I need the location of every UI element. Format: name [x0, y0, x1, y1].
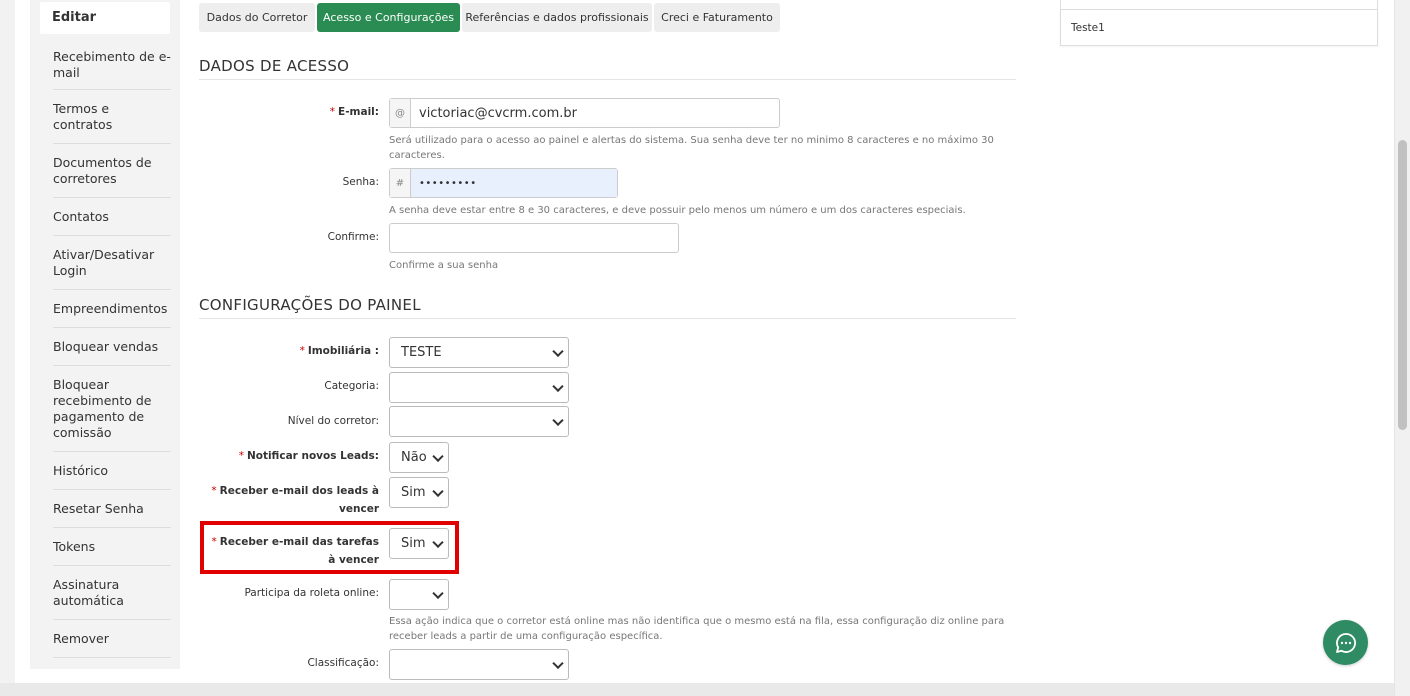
sidebar-item-resetar-senha[interactable]: Resetar Senha — [53, 490, 171, 528]
notificar-leads-select[interactable]: Não — [389, 442, 449, 473]
chat-button[interactable] — [1323, 620, 1368, 665]
sidebar-item-historico[interactable]: Histórico — [53, 452, 171, 490]
chevron-down-icon — [432, 587, 444, 599]
sidebar-item-empreendimentos[interactable]: Empreendimentos — [53, 290, 171, 328]
tab-referencias-dados-profissionais[interactable]: Referências e dados profissionais — [462, 3, 652, 32]
tab-dados-corretor[interactable]: Dados do Corretor — [199, 3, 315, 32]
chevron-down-icon — [432, 485, 444, 497]
password-value: ••••••••• — [411, 169, 617, 197]
right-panel: Teste1 — [1060, 0, 1378, 46]
roleta-online-label: Participa da roleta online: — [244, 587, 379, 599]
section-title-configuracoes-painel: CONFIGURAÇÕES DO PAINEL — [199, 296, 421, 314]
chevron-down-icon — [552, 380, 564, 392]
password-field[interactable]: # ••••••••• — [389, 168, 618, 198]
sidebar-item-bloquear-vendas[interactable]: Bloquear vendas — [53, 328, 171, 366]
chevron-down-icon — [432, 450, 444, 462]
password-label: Senha: — [342, 176, 379, 188]
tab-creci-faturamento[interactable]: Creci e Faturamento — [654, 3, 780, 32]
sidebar-item-remover[interactable]: Remover — [53, 620, 171, 658]
sidebar-item-assinatura-automatica[interactable]: Assinatura automática — [53, 566, 171, 620]
section-divider — [199, 79, 1016, 80]
roleta-online-select[interactable] — [389, 579, 449, 610]
chevron-down-icon — [552, 345, 564, 357]
sidebar-item-bloquear-recebimento-comissao[interactable]: Bloquear recebimento de pagamento de com… — [53, 366, 171, 452]
classificacao-select[interactable] — [389, 649, 569, 680]
imobiliaria-select[interactable]: TESTE — [389, 337, 569, 368]
bottom-strip — [0, 683, 1410, 696]
scrollbar-thumb[interactable] — [1398, 140, 1407, 430]
at-icon: @ — [390, 99, 411, 127]
sidebar-item-documentos-corretores[interactable]: Documentos de corretores — [53, 144, 171, 198]
sidebar-item-tokens[interactable]: Tokens — [53, 528, 171, 566]
chevron-down-icon — [552, 414, 564, 426]
nivel-corretor-select[interactable] — [389, 406, 569, 437]
confirm-label: Confirme: — [327, 231, 379, 243]
classificacao-label: Classificação: — [307, 657, 379, 669]
chevron-down-icon — [552, 657, 564, 669]
section-divider — [199, 318, 1016, 319]
email-label: * E-mail: — [329, 106, 379, 118]
email-value: victoriac@cvcrm.com.br — [419, 105, 577, 121]
required-star: * — [329, 106, 336, 118]
sidebar-item-termos-contratos[interactable]: Termos e contratos — [53, 90, 171, 144]
password-help: A senha deve estar entre 8 e 30 caracter… — [389, 205, 966, 216]
right-panel-top — [1060, 0, 1378, 10]
confirm-password-input[interactable] — [389, 223, 679, 253]
imobiliaria-label: * Imobiliária : — [299, 345, 379, 357]
email-help: Será utilizado para o acesso ao painel e… — [389, 135, 994, 161]
confirm-help: Confirme a sua senha — [389, 260, 499, 271]
email-field[interactable]: @ victoriac@cvcrm.com.br — [389, 98, 780, 128]
leads-vencer-select[interactable]: Sim — [389, 477, 449, 508]
sidebar-item-contatos[interactable]: Contatos — [53, 198, 171, 236]
nivel-corretor-label: Nível do corretor: — [287, 415, 379, 427]
highlight-box — [200, 521, 459, 574]
page-scrollbar[interactable] — [1394, 0, 1410, 696]
notificar-leads-label: * Notificar novos Leads: — [238, 450, 379, 462]
roleta-online-help: Essa ação indica que o corretor está onl… — [389, 616, 1005, 642]
categoria-select[interactable] — [389, 372, 569, 403]
sidebar: Editar Recebimento de e-mail Termos e co… — [30, 0, 180, 669]
sidebar-item-recebimento-email[interactable]: Recebimento de e-mail — [53, 40, 171, 90]
chat-icon — [1335, 632, 1356, 653]
sidebar-menu: Recebimento de e-mail Termos e contratos… — [53, 40, 171, 658]
hash-icon: # — [390, 169, 411, 197]
sidebar-item-ativar-desativar-login[interactable]: Ativar/Desativar Login — [53, 236, 171, 290]
right-panel-row[interactable]: Teste1 — [1060, 10, 1378, 46]
section-title-dados-acesso: DADOS DE ACESSO — [199, 57, 350, 75]
categoria-label: Categoria: — [324, 380, 379, 392]
tab-acesso-configuracoes[interactable]: Acesso e Configurações — [317, 3, 460, 32]
leads-vencer-label: * Receber e-mail dos leads à vencer — [211, 485, 379, 515]
sidebar-title: Editar — [40, 2, 170, 34]
